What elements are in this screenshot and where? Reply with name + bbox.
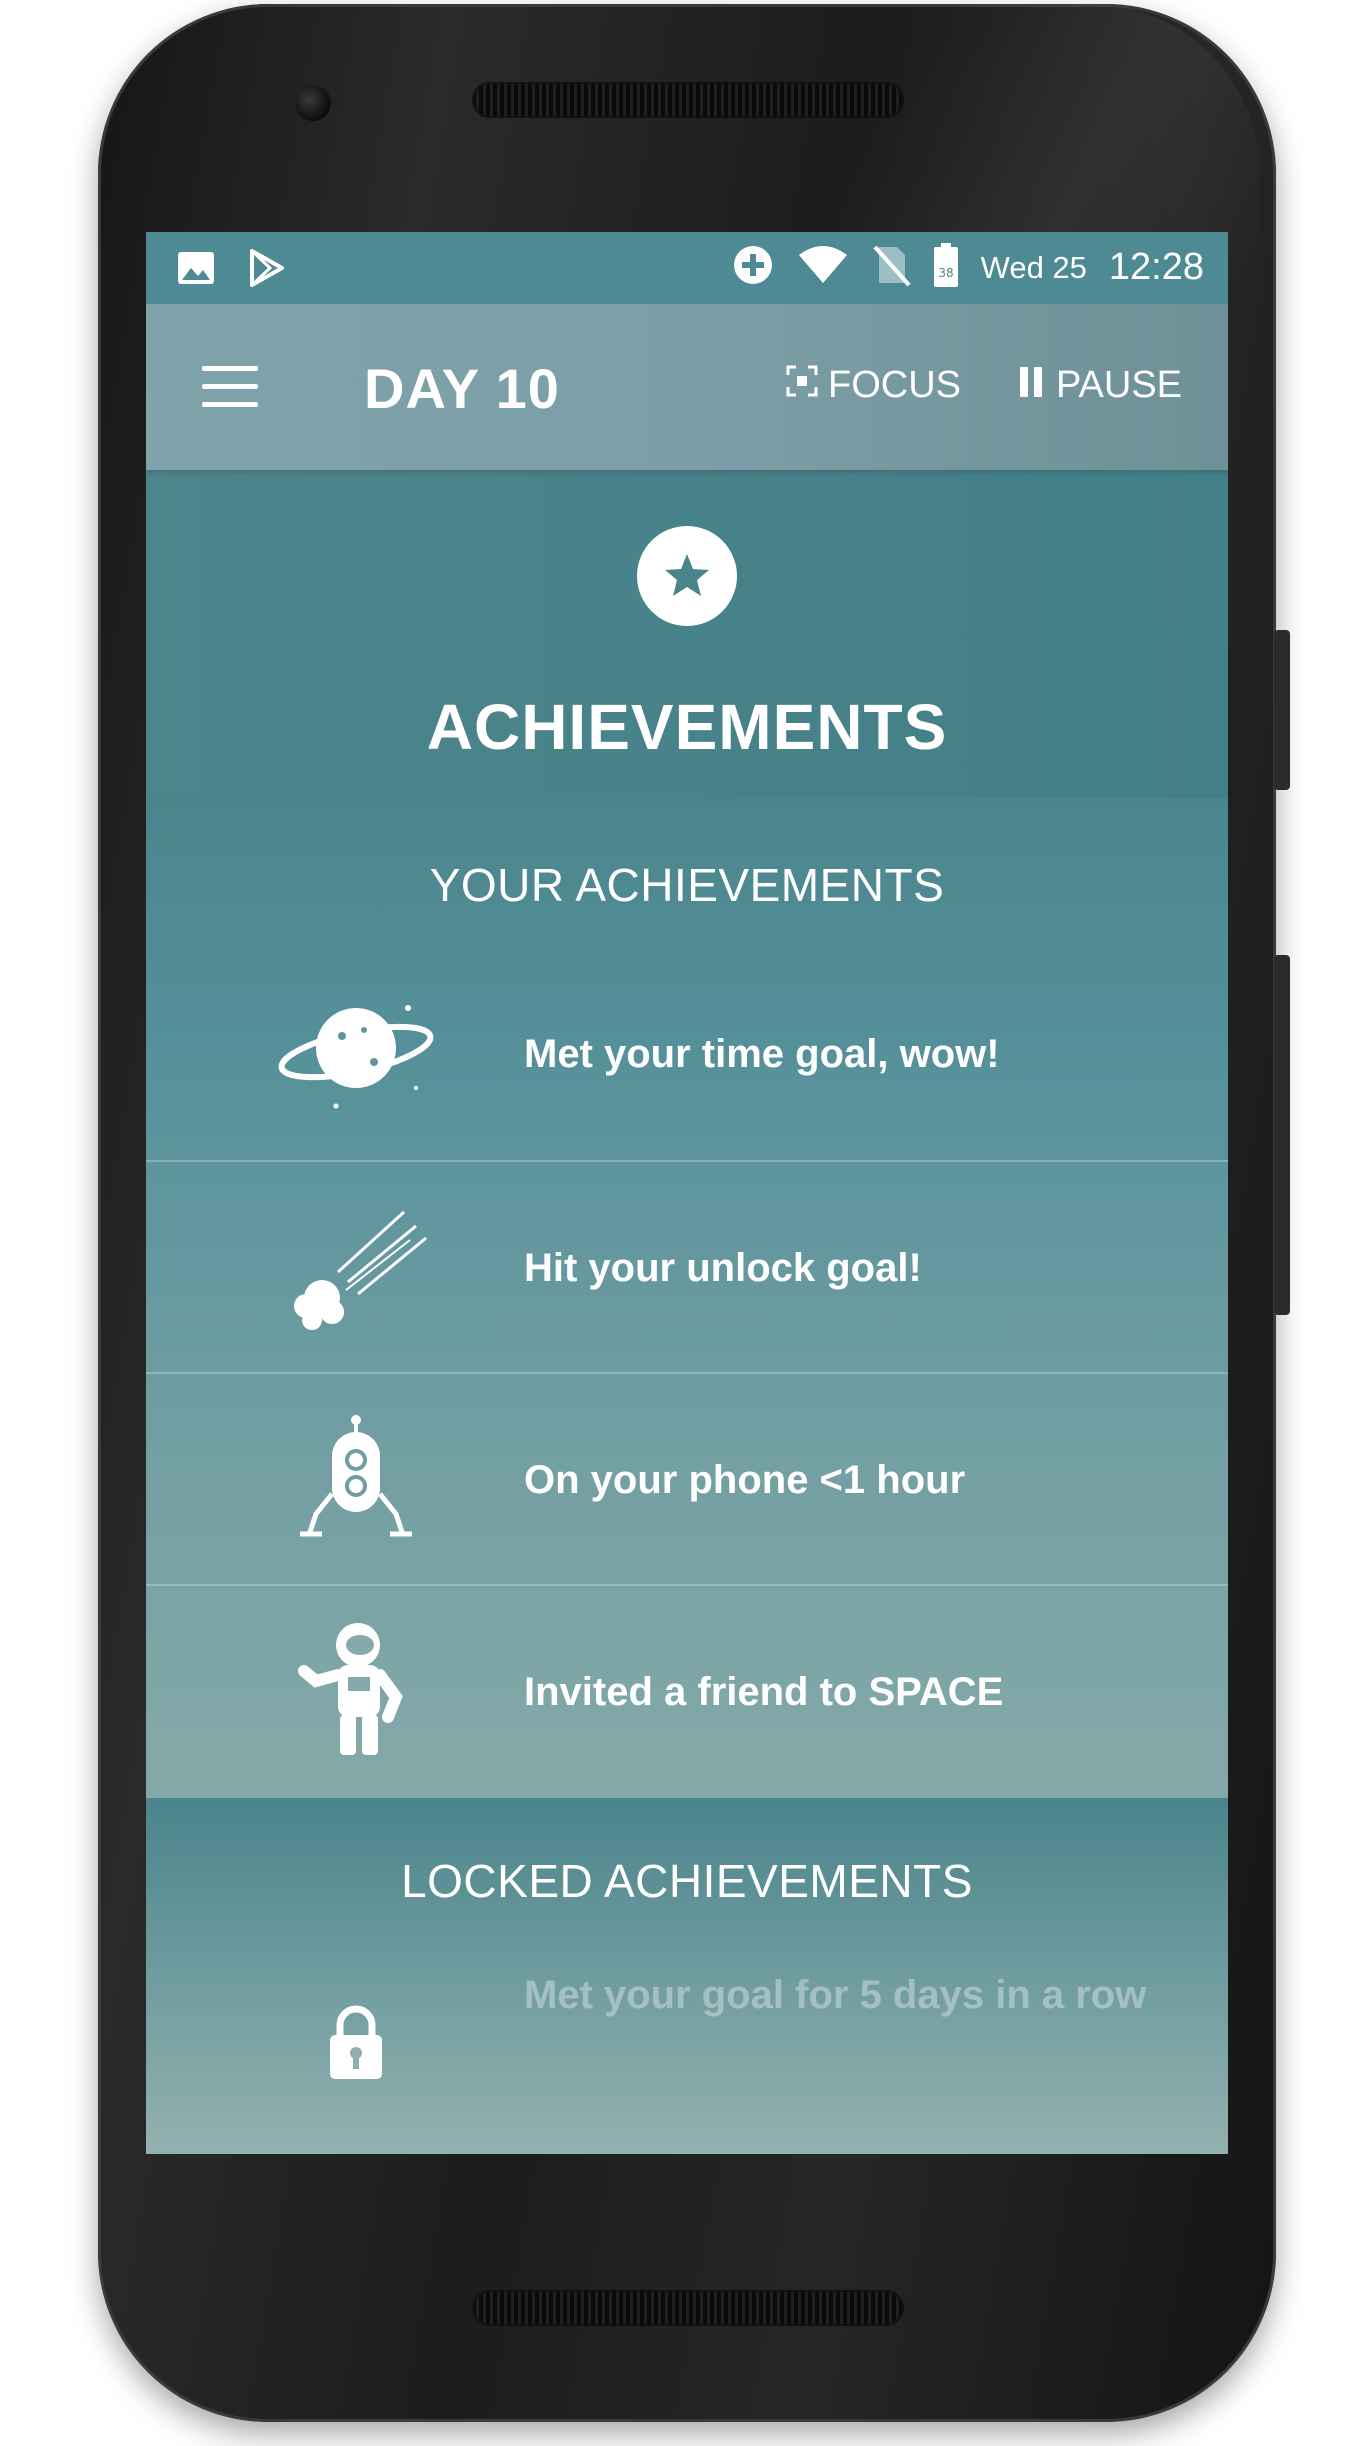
menu-icon[interactable]	[202, 366, 258, 408]
robot-icon	[276, 1404, 436, 1554]
app-bar: DAY 10 FOCUS PAUSE	[146, 304, 1228, 470]
locked-achievement-label: Met your goal for 5 days in a row	[524, 1973, 1147, 2017]
device-stage: 38 Wed 25 12:28 DAY 10 FOCUS PAUSE ACHIE…	[0, 0, 1370, 2446]
image-notification-icon	[176, 248, 216, 293]
volume-button	[1274, 955, 1290, 1315]
page-title: DAY 10	[364, 357, 560, 420]
focus-label: FOCUS	[828, 364, 961, 406]
achievements-hero: ACHIEVEMENTS	[146, 470, 1228, 798]
astronaut-icon	[276, 1616, 436, 1766]
focus-button[interactable]: FOCUS	[786, 364, 961, 407]
top-speaker	[472, 82, 904, 118]
pause-icon	[1020, 364, 1042, 407]
planet-icon	[276, 978, 436, 1128]
status-date: Wed 25	[980, 249, 1087, 285]
star-badge-icon	[637, 526, 737, 626]
play-store-notification-icon	[246, 248, 286, 293]
no-sim-icon	[871, 243, 911, 292]
svg-text:38: 38	[938, 266, 953, 280]
your-achievements-header: YOUR ACHIEVEMENTS	[429, 859, 945, 911]
status-time: 12:28	[1108, 246, 1204, 288]
achievement-label: Hit your unlock goal!	[524, 1245, 922, 1290]
achievement-item[interactable]: Met your time goal, wow!	[146, 948, 1228, 1160]
hero-title: ACHIEVEMENTS	[426, 691, 948, 763]
locked-achievements-header: LOCKED ACHIEVEMENTS	[401, 1855, 973, 1907]
front-camera	[295, 85, 331, 121]
achievement-item[interactable]: On your phone <1 hour	[146, 1372, 1228, 1586]
achievement-label: On your phone <1 hour	[524, 1457, 966, 1502]
achievement-item[interactable]: Invited a friend to SPACE	[146, 1584, 1228, 1798]
focus-icon	[786, 364, 818, 407]
power-button	[1274, 630, 1290, 790]
achievement-label: Invited a friend to SPACE	[524, 1669, 1004, 1714]
achievement-item[interactable]: Hit your unlock goal!	[146, 1160, 1228, 1374]
achievement-label: Met your time goal, wow!	[524, 1031, 1000, 1076]
data-saver-icon	[731, 243, 775, 292]
pause-button[interactable]: PAUSE	[1020, 364, 1182, 407]
pause-label: PAUSE	[1056, 364, 1183, 406]
screen: 38 Wed 25 12:28 DAY 10 FOCUS PAUSE ACHIE…	[146, 232, 1228, 2154]
locked-achievements-section: LOCKED ACHIEVEMENTS Met your goal for 5 …	[146, 1798, 1228, 2154]
bottom-speaker	[472, 2290, 904, 2326]
battery-icon: 38	[933, 242, 959, 293]
wifi-icon	[797, 245, 849, 290]
lock-icon	[276, 1968, 436, 2118]
comet-icon	[276, 1192, 436, 1342]
status-bar: 38 Wed 25 12:28	[146, 232, 1228, 304]
